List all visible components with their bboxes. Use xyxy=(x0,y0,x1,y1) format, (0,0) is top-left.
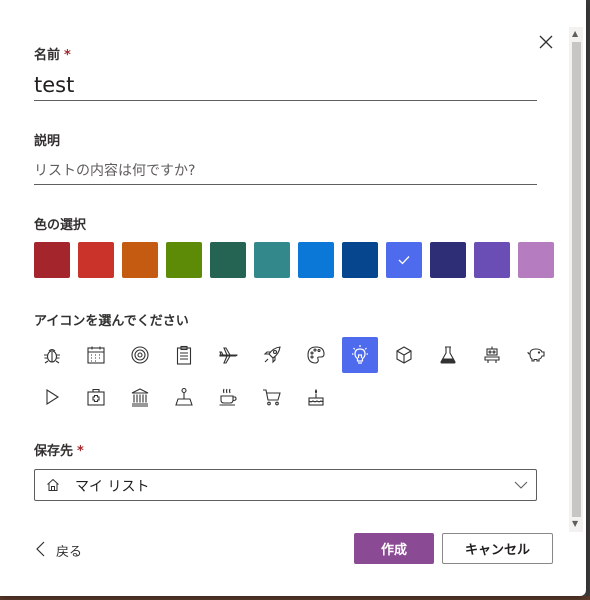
chevron-down-icon xyxy=(514,481,528,489)
color-label: 色の選択 xyxy=(34,218,87,233)
color-swatch[interactable] xyxy=(342,242,378,278)
airplane-icon-button[interactable] xyxy=(210,337,246,373)
rocket-icon xyxy=(263,346,281,364)
first-aid-kit-icon xyxy=(87,388,105,406)
flask-icon-button[interactable] xyxy=(430,337,466,373)
lightbulb-icon xyxy=(352,345,368,364)
airplane-icon xyxy=(219,347,238,364)
shopping-cart-icon-button[interactable] xyxy=(254,379,290,415)
color-swatch[interactable] xyxy=(474,242,510,278)
save-location-value: マイ リスト xyxy=(75,479,150,495)
calendar-icon xyxy=(87,346,105,364)
calendar-icon-button[interactable] xyxy=(78,337,114,373)
rocket-icon-button[interactable] xyxy=(254,337,290,373)
close-button[interactable] xyxy=(537,33,555,51)
required-marker: * xyxy=(77,444,84,459)
flask-icon xyxy=(440,346,456,364)
bug-icon-button[interactable] xyxy=(34,337,70,373)
cube-icon xyxy=(396,346,412,364)
clipboard-icon xyxy=(176,345,192,365)
cancel-button[interactable]: キャンセル xyxy=(442,533,553,564)
color-swatch[interactable] xyxy=(122,242,158,278)
joystick-icon xyxy=(175,387,193,406)
coffee-cup-icon xyxy=(219,388,237,406)
color-swatch[interactable] xyxy=(430,242,466,278)
color-swatch[interactable] xyxy=(210,242,246,278)
color-swatch[interactable] xyxy=(298,242,334,278)
piggy-bank-icon xyxy=(527,348,545,362)
target-icon-button[interactable] xyxy=(122,337,158,373)
description-label: 説明 xyxy=(34,134,61,149)
first-aid-kit-icon-button[interactable] xyxy=(78,379,114,415)
scroll-thumb[interactable] xyxy=(572,42,581,517)
cake-icon-button[interactable] xyxy=(298,379,334,415)
scrollbar[interactable]: ▲ ▼ xyxy=(569,27,583,532)
robot-icon xyxy=(484,346,500,363)
close-icon xyxy=(539,35,553,49)
checkmark-icon xyxy=(398,256,410,265)
play-icon-button[interactable] xyxy=(34,379,70,415)
name-input[interactable] xyxy=(34,70,537,101)
shopping-cart-icon xyxy=(263,389,281,406)
background-strip-bottom xyxy=(0,596,590,600)
piggy-bank-icon-button[interactable] xyxy=(518,337,554,373)
create-list-dialog: 名前* 説明 色の選択 アイコンを選んでください xyxy=(0,0,586,596)
target-icon xyxy=(131,346,149,364)
bank-icon xyxy=(131,388,149,407)
play-icon xyxy=(46,388,60,406)
color-swatch[interactable] xyxy=(386,242,422,278)
description-input[interactable] xyxy=(34,158,537,185)
save-location-label: 保存先 * xyxy=(34,444,84,459)
palette-icon xyxy=(307,346,325,364)
color-swatch[interactable] xyxy=(166,242,202,278)
cube-icon-button[interactable] xyxy=(386,337,422,373)
color-swatch[interactable] xyxy=(518,242,554,278)
name-label: 名前 * xyxy=(34,48,71,63)
palette-icon-button[interactable] xyxy=(298,337,334,373)
required-marker: * xyxy=(64,48,71,63)
create-button[interactable]: 作成 xyxy=(354,533,434,564)
bank-icon-button[interactable] xyxy=(122,379,158,415)
joystick-icon-button[interactable] xyxy=(166,379,202,415)
color-swatch[interactable] xyxy=(34,242,70,278)
scroll-down-arrow-icon[interactable]: ▼ xyxy=(572,520,578,528)
color-swatch[interactable] xyxy=(78,242,114,278)
icon-label: アイコンを選んでください xyxy=(34,314,189,329)
home-icon xyxy=(47,478,59,491)
background-strip-right xyxy=(586,0,590,600)
scroll-up-arrow-icon[interactable]: ▲ xyxy=(572,30,578,38)
clipboard-icon-button[interactable] xyxy=(166,337,202,373)
color-swatch[interactable] xyxy=(254,242,290,278)
back-label: 戻る xyxy=(56,545,83,560)
robot-icon-button[interactable] xyxy=(474,337,510,373)
chevron-left-icon xyxy=(36,541,45,557)
save-location-dropdown[interactable]: マイ リスト xyxy=(34,469,537,501)
cake-icon xyxy=(308,388,324,406)
lightbulb-icon-button[interactable] xyxy=(342,337,378,373)
coffee-cup-icon-button[interactable] xyxy=(210,379,246,415)
bug-icon xyxy=(44,348,60,364)
